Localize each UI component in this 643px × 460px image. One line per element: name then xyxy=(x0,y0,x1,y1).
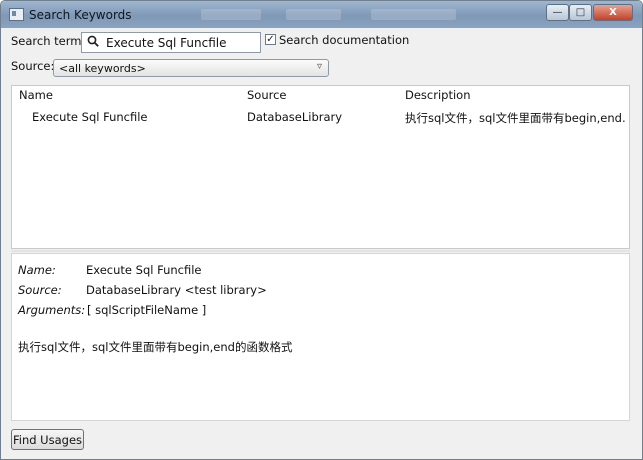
detail-source-value: DatabaseLibrary <test library> xyxy=(86,283,267,297)
background-blur xyxy=(371,9,456,20)
close-button[interactable]: X xyxy=(593,4,633,21)
search-icon xyxy=(87,35,99,47)
details-panel: Name: Execute Sql Funcfile Source: Datab… xyxy=(11,253,630,421)
column-header-name[interactable]: Name xyxy=(19,88,53,102)
column-header-source[interactable]: Source xyxy=(247,88,287,102)
detail-arguments-label: Arguments: xyxy=(18,303,86,317)
minimize-button[interactable]: — xyxy=(546,4,569,21)
maximize-icon: □ xyxy=(575,7,586,18)
detail-arguments-value: [ sqlScriptFileName ] xyxy=(87,303,207,317)
detail-documentation: 执行sql文件，sql文件里面带有begin,end的函数格式 xyxy=(18,340,293,354)
detail-name-value: Execute Sql Funcfile xyxy=(86,263,202,277)
detail-name-label: Name: xyxy=(18,263,56,277)
search-documentation-label[interactable]: Search documentation xyxy=(279,33,409,47)
window-app-icon xyxy=(9,8,24,21)
background-blur xyxy=(286,9,341,20)
source-label: Source: xyxy=(11,59,55,73)
minimize-icon: — xyxy=(552,7,563,18)
source-select-value: <all keywords> xyxy=(59,62,146,75)
row-name-cell: Execute Sql Funcfile xyxy=(32,110,148,124)
table-row[interactable]: Execute Sql Funcfile DatabaseLibrary 执行s… xyxy=(14,108,627,128)
window-title: Search Keywords xyxy=(29,8,132,22)
column-header-description[interactable]: Description xyxy=(405,88,471,102)
search-input[interactable]: Execute Sql Funcfile xyxy=(81,32,261,53)
source-select[interactable]: <all keywords> ▿ xyxy=(53,59,329,77)
search-term-label: Search term: xyxy=(11,34,86,48)
background-blur xyxy=(201,9,261,20)
search-documentation-checkbox[interactable]: ✓ xyxy=(265,34,276,45)
search-input-value: Execute Sql Funcfile xyxy=(106,36,227,50)
chevron-down-icon: ▿ xyxy=(316,61,322,72)
detail-source-label: Source: xyxy=(18,283,62,297)
find-usages-button[interactable]: Find Usages xyxy=(11,429,84,450)
row-source-cell: DatabaseLibrary xyxy=(247,110,343,124)
results-table[interactable]: Name Source Description Execute Sql Func… xyxy=(11,85,630,249)
search-keywords-window: Search Keywords — □ X Search term: Execu… xyxy=(0,0,643,460)
title-bar[interactable]: Search Keywords — □ X xyxy=(1,1,642,28)
close-icon: X xyxy=(609,7,617,18)
checkmark-icon: ✓ xyxy=(266,34,275,45)
maximize-button[interactable]: □ xyxy=(569,4,592,21)
pane-splitter[interactable] xyxy=(11,250,630,252)
row-description-cell: 执行sql文件，sql文件里面带有begin,end... xyxy=(405,111,625,125)
